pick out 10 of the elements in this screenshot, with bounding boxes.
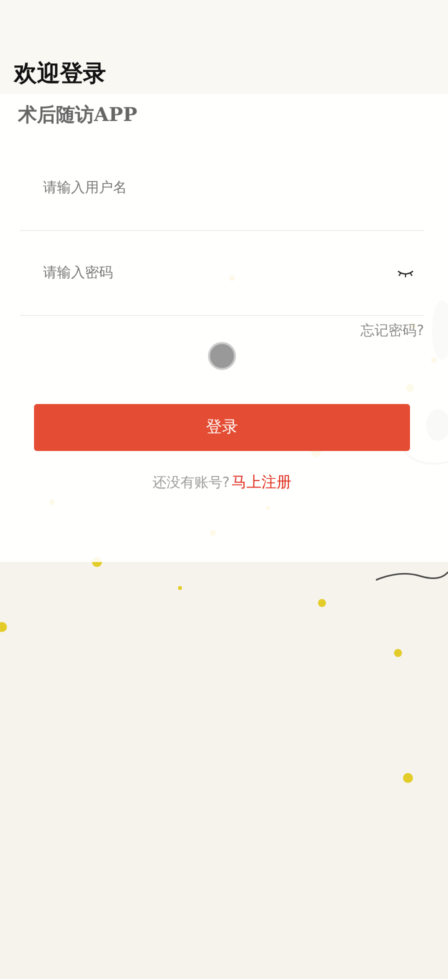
app-name: 术后随访APP xyxy=(18,103,138,128)
register-link[interactable]: 马上注册 xyxy=(232,473,292,492)
closed-eye-icon[interactable] xyxy=(397,268,414,278)
forgot-password-link[interactable]: 忘记密码? xyxy=(360,322,424,340)
touch-indicator-icon xyxy=(208,342,236,370)
login-button[interactable]: 登录 xyxy=(34,404,410,451)
password-field[interactable]: 请输入密码 xyxy=(20,259,397,287)
register-prompt: 还没有账号? xyxy=(152,474,230,492)
username-field[interactable]: 请输入用户名 xyxy=(20,174,424,202)
page-title: 欢迎登录 xyxy=(14,60,107,89)
